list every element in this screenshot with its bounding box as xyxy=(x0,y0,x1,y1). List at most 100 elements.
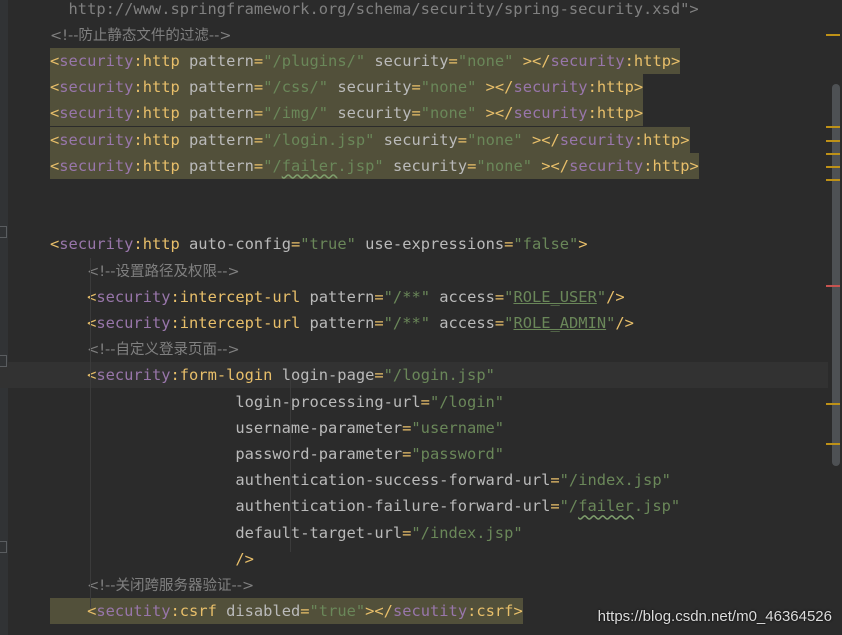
code-line[interactable]: default-target-url="/index.jsp" xyxy=(0,520,828,546)
code-token: "password" xyxy=(411,444,505,463)
code-line[interactable]: <!--自定义登录页面--> xyxy=(0,336,828,362)
code-line[interactable]: /> xyxy=(0,546,828,572)
watermark: https://blog.csdn.net/m0_46364526 xyxy=(597,608,832,625)
code-line-text: <secutity:csrf disabled="true"></secutit… xyxy=(50,598,523,624)
code-token: < xyxy=(50,104,60,123)
code-line[interactable]: <!--设置路径及权限--> xyxy=(0,258,828,284)
code-token: < xyxy=(87,366,97,385)
code-token: = xyxy=(253,156,264,175)
code-line[interactable]: authentication-success-forward-url="/ind… xyxy=(0,467,828,493)
code-token: http://www.springframework.org/schema/se… xyxy=(50,0,699,18)
code-token: ROLE_ADMIN xyxy=(513,313,607,332)
code-token: > xyxy=(633,104,644,123)
code-line[interactable]: <security:intercept-url pattern="/**" ac… xyxy=(0,284,828,310)
code-token: = xyxy=(457,130,468,149)
code-token: <!--设置路径及权限--> xyxy=(87,263,240,280)
code-token: < xyxy=(87,287,97,306)
code-token: > xyxy=(680,130,690,149)
code-line-text: default-target-url="/index.jsp" xyxy=(50,520,522,546)
code-line[interactable]: authentication-failure-forward-url="/fai… xyxy=(0,493,828,519)
code-line[interactable]: <security:form-login login-page="/login.… xyxy=(0,362,828,389)
fold-marker-icon[interactable] xyxy=(0,226,7,238)
code-token: :csrf xyxy=(170,602,217,621)
code-token: security xyxy=(374,130,458,149)
code-token: login-processing-url xyxy=(235,392,421,411)
stripe-marker[interactable] xyxy=(826,166,840,168)
code-token: security xyxy=(328,104,412,123)
code-token: /> xyxy=(615,313,634,332)
code-line[interactable] xyxy=(0,205,828,231)
code-editor[interactable]: http://www.springframework.org/schema/se… xyxy=(0,0,828,635)
stripe-marker[interactable] xyxy=(826,179,840,181)
code-token: = xyxy=(504,235,514,254)
code-token: "/ xyxy=(559,497,579,516)
code-token: = xyxy=(300,602,310,621)
code-token: security xyxy=(59,235,134,254)
code-line-text: <security:http pattern="/css/" security=… xyxy=(50,74,643,100)
stripe-marker[interactable] xyxy=(826,140,840,142)
code-token: password-parameter xyxy=(235,444,403,463)
code-token: security xyxy=(59,130,134,149)
code-token: = xyxy=(374,366,384,385)
code-line[interactable]: <security:http pattern="/css/" security=… xyxy=(0,74,828,101)
code-line[interactable]: username-parameter="username" xyxy=(0,415,828,441)
code-line[interactable]: <security:http pattern="/failer.jsp" sec… xyxy=(0,152,828,179)
code-token: :http xyxy=(133,130,180,149)
code-line[interactable]: password-parameter="password" xyxy=(0,441,828,467)
stripe-marker[interactable] xyxy=(826,126,840,128)
code-token: security xyxy=(383,156,468,175)
stripe-marker[interactable] xyxy=(826,34,840,36)
code-token: security xyxy=(559,130,634,149)
code-token: = xyxy=(550,497,560,516)
fold-marker-icon[interactable] xyxy=(0,355,7,367)
code-line[interactable]: <security:http pattern="/login.jsp" secu… xyxy=(0,126,828,153)
code-token: security xyxy=(96,313,171,332)
code-line[interactable] xyxy=(0,179,828,205)
code-line[interactable]: http://www.springframework.org/schema/se… xyxy=(0,0,828,22)
code-line-text: <!--防止静态文件的过滤--> xyxy=(50,22,232,48)
code-token: = xyxy=(448,51,458,70)
code-line[interactable]: login-processing-url="/login" xyxy=(0,389,828,415)
stripe-marker[interactable] xyxy=(826,443,840,445)
code-token: "/index.jsp" xyxy=(559,471,671,490)
code-token: ></ xyxy=(513,51,551,70)
code-token: :http xyxy=(587,104,634,123)
code-line[interactable]: <security:http pattern="/plugins/" secur… xyxy=(0,47,828,75)
code-line-text: <!--自定义登录页面--> xyxy=(50,336,240,362)
code-token: pattern xyxy=(300,313,375,332)
code-token: pattern xyxy=(179,104,254,123)
code-token: :http xyxy=(633,130,681,149)
code-line[interactable]: <security:http auto-config="true" use-ex… xyxy=(0,231,828,257)
code-token: > xyxy=(670,51,681,70)
code-line[interactable]: <security:http pattern="/img/" security=… xyxy=(0,100,828,127)
code-token: :http xyxy=(133,156,180,175)
code-token: < xyxy=(87,313,97,332)
fold-marker-icon[interactable] xyxy=(0,541,7,553)
code-token: "none" xyxy=(420,78,477,97)
code-line[interactable]: <security:intercept-url pattern="/**" ac… xyxy=(0,310,828,336)
stripe-marker[interactable] xyxy=(826,403,840,405)
code-token: security xyxy=(59,156,134,175)
code-token: = xyxy=(550,471,560,490)
code-token: :http xyxy=(133,235,180,254)
stripe-marker[interactable] xyxy=(826,285,840,287)
code-token: pattern xyxy=(300,287,375,306)
code-token: security xyxy=(365,51,449,70)
code-token: .jsp" xyxy=(633,497,681,516)
code-token: ></ xyxy=(365,602,393,621)
code-token: security xyxy=(550,51,625,70)
code-token: security xyxy=(96,366,171,385)
code-token: "/plugins/" xyxy=(263,51,366,70)
code-line[interactable]: <!--关闭跨服务器验证--> xyxy=(0,572,828,598)
code-token: "/**" xyxy=(383,313,430,332)
code-token: < xyxy=(50,156,60,175)
code-token: "none" xyxy=(457,51,514,70)
code-line[interactable]: <!--防止静态文件的过滤--> xyxy=(0,22,828,48)
code-token: :http xyxy=(133,104,180,123)
code-line-text: <!--设置路径及权限--> xyxy=(50,258,240,284)
stripe-marker[interactable] xyxy=(826,153,840,155)
